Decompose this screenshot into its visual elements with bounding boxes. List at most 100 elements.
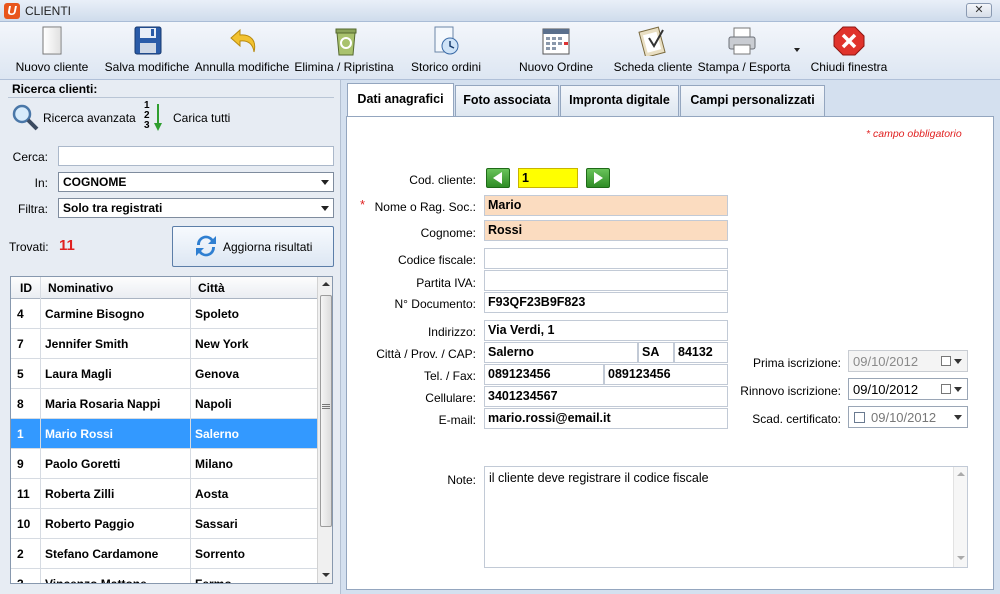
- table-scrollbar[interactable]: [317, 277, 332, 583]
- print-dropdown-chevron-icon[interactable]: [794, 48, 800, 52]
- required-field-note: * campo obbligatorio: [866, 128, 962, 140]
- cell-name: Carmine Bisogno: [45, 307, 145, 321]
- new-client-button[interactable]: Nuovo cliente: [10, 26, 94, 78]
- province-field[interactable]: SA: [638, 342, 674, 363]
- load-all-button[interactable]: 123 Carica tutti: [144, 101, 236, 134]
- address-label: Indirizzo:: [427, 325, 476, 339]
- vat-field[interactable]: [484, 270, 728, 291]
- renewal-date[interactable]: 09/10/2012: [848, 378, 968, 400]
- cell-city: New York: [195, 337, 249, 351]
- cell-city: Genova: [195, 367, 240, 381]
- cell-id: 11: [17, 487, 30, 501]
- first-registration-date[interactable]: 09/10/2012: [848, 350, 968, 372]
- arrow-right-icon: [594, 172, 603, 184]
- cell-name: Jennifer Smith: [45, 337, 129, 351]
- close-window-button[interactable]: Chiudi finestra: [806, 26, 892, 78]
- certificate-expiry-value: 09/10/2012: [871, 410, 937, 425]
- cell-name: Stefano Cardamone: [45, 547, 159, 561]
- table-header: ID Nominativo Città: [11, 277, 317, 299]
- window-title: CLIENTI: [25, 4, 72, 18]
- notes-textarea[interactable]: il cliente deve registrare il codice fis…: [484, 466, 968, 568]
- title-bar: [0, 0, 1000, 22]
- undo-label: Annulla modifiche: [194, 60, 290, 74]
- refresh-icon: [196, 235, 216, 257]
- table-row[interactable]: 2 Stefano Cardamone Sorrento: [11, 539, 317, 569]
- next-client-button[interactable]: [586, 168, 610, 188]
- table-row[interactable]: 4 Carmine Bisogno Spoleto: [11, 299, 317, 329]
- certificate-expiry-checkbox[interactable]: [854, 412, 865, 423]
- column-divider: [190, 277, 191, 583]
- surname-field[interactable]: Rossi: [484, 220, 728, 241]
- calendar-icon: [941, 384, 951, 394]
- print-export-button[interactable]: Stampa / Esporta: [696, 26, 792, 78]
- cell-city: Napoli: [195, 397, 232, 411]
- mobile-label: Cellulare:: [425, 391, 476, 405]
- tab-dati-anagrafici[interactable]: Dati anagrafici: [347, 83, 454, 117]
- cell-id: 8: [17, 397, 24, 411]
- cell-city: Spoleto: [195, 307, 239, 321]
- address-field[interactable]: Via Verdi, 1: [484, 320, 728, 341]
- window-close-button[interactable]: ✕: [966, 3, 992, 18]
- chevron-down-icon: [954, 387, 962, 392]
- table-row[interactable]: 11 Roberta Zilli Aosta: [11, 479, 317, 509]
- arrow-left-icon: [493, 172, 502, 184]
- cell-id: 3: [17, 577, 24, 584]
- col-header-name[interactable]: Nominativo: [48, 281, 113, 295]
- save-label: Salva modifiche: [104, 60, 190, 74]
- tab-impronta-digitale[interactable]: Impronta digitale: [560, 85, 679, 116]
- surname-label: Cognome:: [420, 226, 476, 240]
- order-history-button[interactable]: Storico ordini: [404, 26, 488, 78]
- recycle-bin-icon: [335, 28, 357, 56]
- client-card-button[interactable]: Scheda cliente: [610, 26, 696, 78]
- history-clock-icon: [434, 26, 459, 55]
- app-logo-icon: U: [4, 3, 20, 19]
- column-divider: [40, 277, 41, 583]
- filter-select[interactable]: Solo tra registrati: [58, 198, 334, 218]
- document-field[interactable]: F93QF23B9F823: [484, 292, 728, 313]
- table-row[interactable]: 1 Mario Rossi Salerno: [11, 419, 317, 449]
- table-row[interactable]: 8 Maria Rosaria Nappi Napoli: [11, 389, 317, 419]
- tab-foto-associata[interactable]: Foto associata: [455, 85, 559, 116]
- clipboard-icon: [638, 26, 666, 56]
- table-row[interactable]: 3 Vincenzo Mattone Fermo: [11, 569, 317, 584]
- filter-value: Solo tra registrati: [63, 201, 163, 215]
- new-client-label: Nuovo cliente: [15, 60, 89, 74]
- prev-client-button[interactable]: [486, 168, 510, 188]
- cell-id: 9: [17, 457, 24, 471]
- search-input[interactable]: [58, 146, 334, 166]
- scroll-up-icon[interactable]: [957, 472, 965, 476]
- table-row[interactable]: 5 Laura Magli Genova: [11, 359, 317, 389]
- tax-code-field[interactable]: [484, 248, 728, 269]
- client-code-field[interactable]: 1: [518, 168, 578, 188]
- notes-scrollbar[interactable]: [953, 467, 967, 567]
- found-count: 11: [59, 237, 75, 254]
- tab-campi-personalizzati[interactable]: Campi personalizzati: [680, 85, 825, 116]
- save-button[interactable]: Salva modifiche: [102, 26, 192, 78]
- calendar-icon: [941, 356, 951, 366]
- city-field[interactable]: Salerno: [484, 342, 638, 363]
- new-order-label: Nuovo Ordine: [518, 60, 594, 74]
- name-field[interactable]: Mario: [484, 195, 728, 216]
- floppy-disk-icon: [134, 26, 162, 55]
- undo-button[interactable]: Annulla modifiche: [192, 26, 292, 78]
- scroll-down-icon[interactable]: [322, 573, 330, 577]
- advanced-search-button[interactable]: Ricerca avanzata: [10, 102, 136, 132]
- table-row[interactable]: 7 Jennifer Smith New York: [11, 329, 317, 359]
- table-row[interactable]: 9 Paolo Goretti Milano: [11, 449, 317, 479]
- refresh-results-button[interactable]: Aggiorna risultati: [172, 226, 334, 267]
- new-order-button[interactable]: Nuovo Ordine: [512, 26, 600, 78]
- col-header-city[interactable]: Città: [198, 281, 225, 295]
- delete-restore-button[interactable]: Elimina / Ripristina: [292, 26, 396, 78]
- scroll-down-icon[interactable]: [957, 556, 965, 560]
- search-field-select[interactable]: COGNOME: [58, 172, 334, 192]
- table-row[interactable]: 10 Roberto Paggio Sassari: [11, 509, 317, 539]
- cerca-label: Cerca:: [12, 150, 48, 164]
- phone-field[interactable]: 089123456: [484, 364, 604, 385]
- new-document-icon: [42, 26, 62, 55]
- cell-name: Roberto Paggio: [45, 517, 135, 531]
- col-header-id[interactable]: ID: [20, 281, 32, 295]
- filter-label: Filtra:: [18, 202, 48, 216]
- city-label: Città / Prov. / CAP:: [376, 347, 476, 361]
- certificate-expiry-date[interactable]: 09/10/2012: [848, 406, 968, 428]
- delete-restore-label: Elimina / Ripristina: [294, 60, 394, 74]
